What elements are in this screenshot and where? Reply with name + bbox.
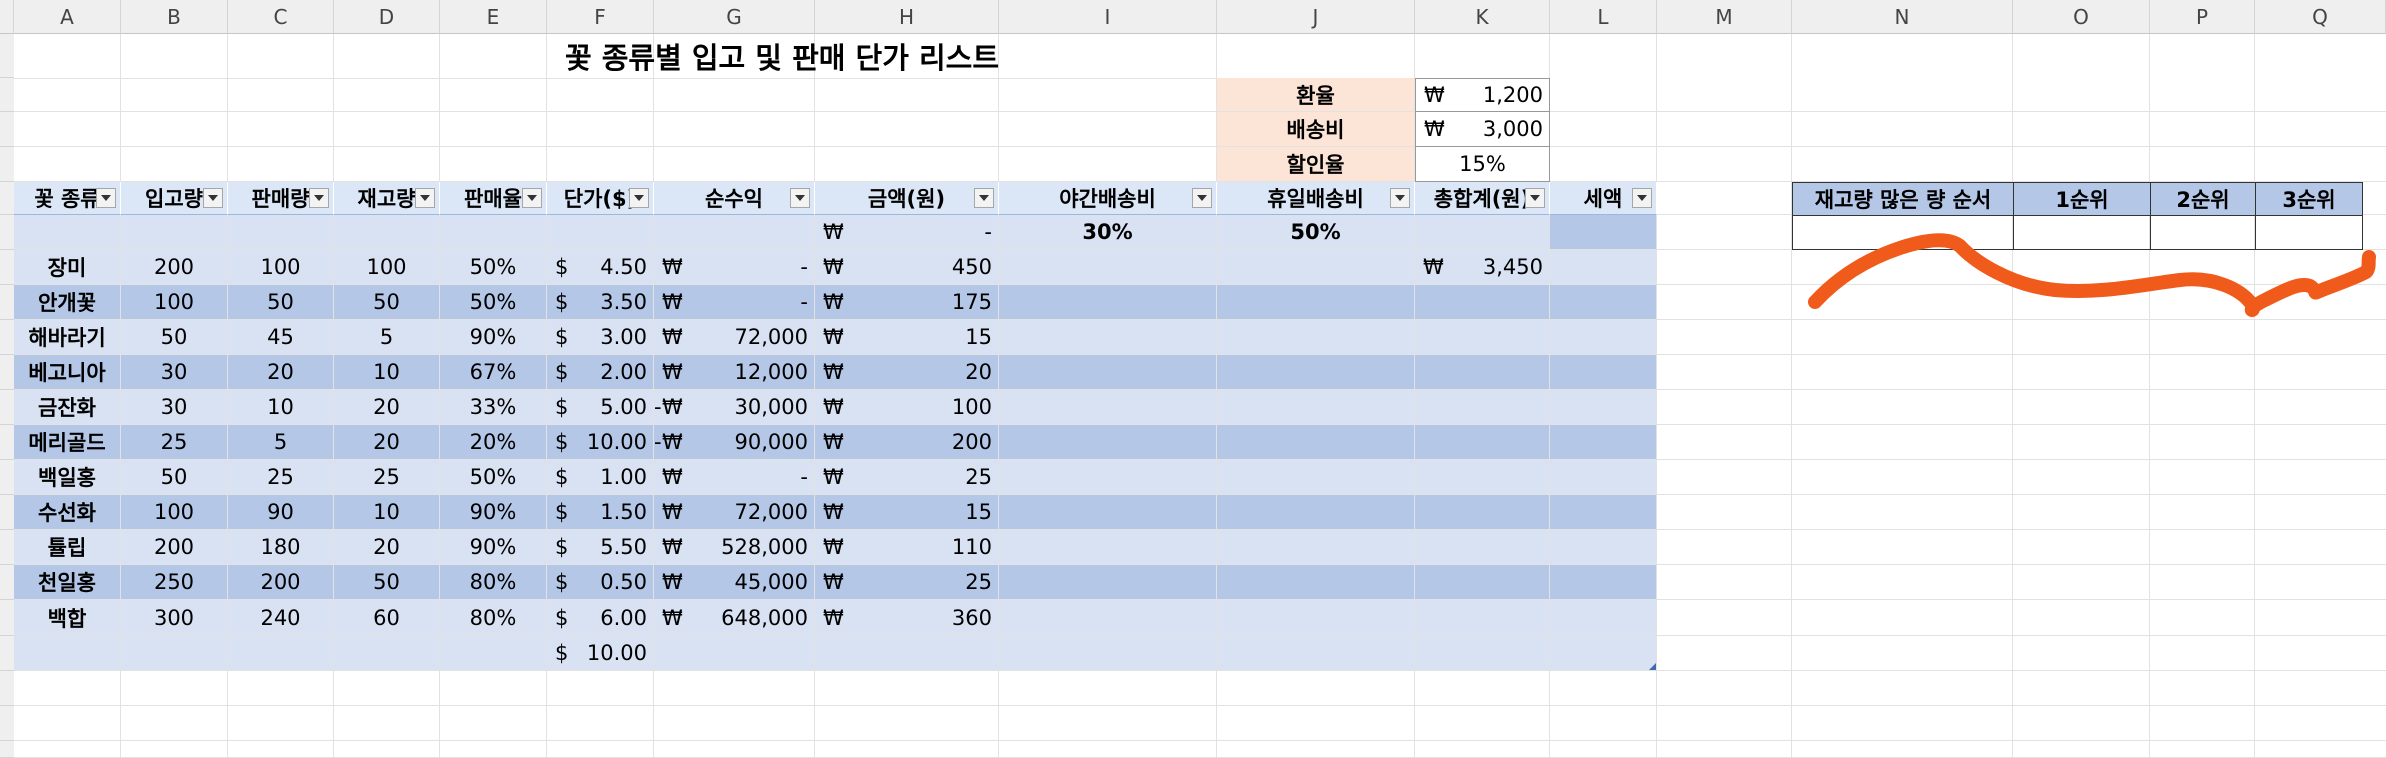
orange-scribble-annotation: [1808, 233, 2376, 317]
